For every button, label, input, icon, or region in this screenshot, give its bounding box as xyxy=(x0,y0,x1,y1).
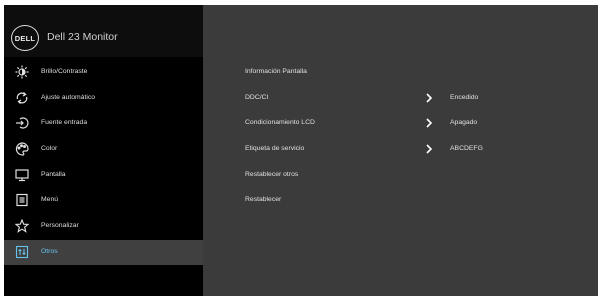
monitor-title: Dell 23 Monitor xyxy=(47,31,118,43)
others-icon xyxy=(15,245,29,259)
row-condicionamiento-lcd[interactable]: Condicionamiento LCD Apagado xyxy=(203,111,598,136)
display-icon xyxy=(15,168,29,182)
sidebar-item-fuente-entrada[interactable]: Fuente entrada xyxy=(4,111,203,136)
row-label: Condicionamiento LCD xyxy=(245,119,315,126)
row-label: Restablecer xyxy=(245,196,282,203)
sidebar-item-label: Color xyxy=(41,145,58,152)
settings-panel: Información Pantalla DDC/CI Encedido Con… xyxy=(203,57,598,296)
sidebar-item-ajuste-automatico[interactable]: Ajuste automático xyxy=(4,86,203,111)
input-source-icon xyxy=(15,116,29,130)
sidebar-item-label: Pantalla xyxy=(41,171,66,178)
chevron-right-icon xyxy=(425,93,433,103)
row-label: DDC/CI xyxy=(245,94,269,101)
color-palette-icon xyxy=(15,142,29,156)
sidebar-item-pantalla[interactable]: Pantalla xyxy=(4,163,203,188)
row-label: Etiqueta de servicio xyxy=(245,145,305,152)
chevron-right-icon xyxy=(425,144,433,154)
row-label: Restablecer otros xyxy=(245,171,299,178)
row-value: Encedido xyxy=(450,94,479,101)
row-informacion-pantalla[interactable]: Información Pantalla xyxy=(203,60,598,85)
row-label: Información Pantalla xyxy=(245,68,307,75)
auto-adjust-icon xyxy=(15,91,29,105)
sidebar-item-label: Menú xyxy=(41,196,59,203)
logo-text: DELL xyxy=(14,33,36,43)
sidebar-item-label: Fuente entrada xyxy=(41,119,88,126)
sidebar-item-color[interactable]: Color xyxy=(4,137,203,162)
header-panel-area xyxy=(203,5,598,57)
sidebar-item-label: Otros xyxy=(41,248,58,255)
sidebar-item-brillo-contraste[interactable]: Brillo/Contraste xyxy=(4,60,203,85)
row-restablecer-otros[interactable]: Restablecer otros xyxy=(203,163,598,188)
row-ddc-ci[interactable]: DDC/CI Encedido xyxy=(203,86,598,111)
sidebar-item-otros[interactable]: Otros xyxy=(4,240,203,265)
sidebar-item-label: Ajuste automático xyxy=(41,94,96,101)
row-value: Apagado xyxy=(450,119,478,126)
sidebar-item-menu[interactable]: Menú xyxy=(4,188,203,213)
row-restablecer[interactable]: Restablecer xyxy=(203,188,598,213)
sidebar-item-label: Brillo/Contraste xyxy=(41,68,88,75)
osd-sidebar: Brillo/Contraste Ajuste automático Fuent… xyxy=(4,57,203,296)
row-etiqueta-de-servicio[interactable]: Etiqueta de servicio ABCDEFG xyxy=(203,137,598,162)
sidebar-item-label: Personalizar xyxy=(41,222,79,229)
chevron-right-icon xyxy=(425,118,433,128)
row-value: ABCDEFG xyxy=(450,145,483,152)
monitor-osd: DELL Dell 23 Monitor Brillo/Contraste Aj… xyxy=(4,5,598,296)
dell-logo: DELL xyxy=(11,25,39,51)
brightness-icon xyxy=(15,65,29,79)
menu-icon xyxy=(15,193,29,207)
star-icon xyxy=(15,219,29,233)
sidebar-item-personalizar[interactable]: Personalizar xyxy=(4,214,203,239)
